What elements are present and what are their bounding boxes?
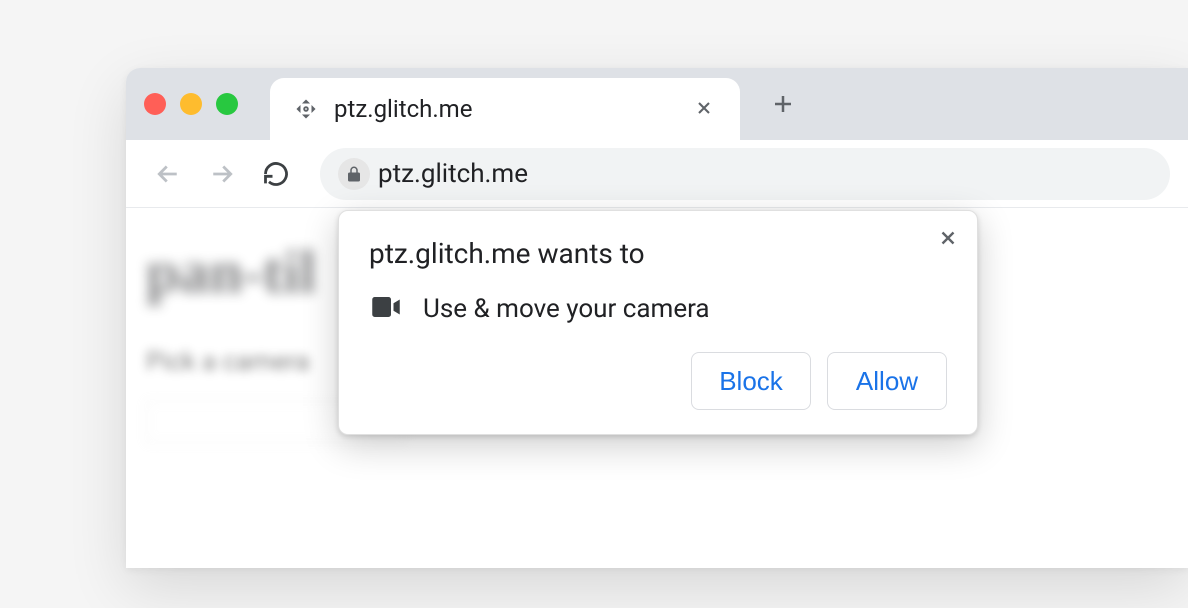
window-minimize-button[interactable]	[180, 93, 202, 115]
block-button[interactable]: Block	[691, 352, 811, 410]
window-maximize-button[interactable]	[216, 93, 238, 115]
allow-button[interactable]: Allow	[827, 352, 947, 410]
tab-favicon-move-icon	[292, 95, 320, 123]
reload-button[interactable]	[252, 150, 300, 198]
address-bar[interactable]: ptz.glitch.me	[320, 148, 1170, 200]
browser-tab[interactable]: ptz.glitch.me	[270, 78, 740, 140]
camera-icon	[371, 296, 401, 322]
forward-button[interactable]	[198, 150, 246, 198]
url-text: ptz.glitch.me	[378, 159, 528, 189]
toolbar: ptz.glitch.me	[126, 140, 1188, 208]
tab-strip: ptz.glitch.me	[126, 68, 1188, 140]
tab-close-button[interactable]	[690, 91, 718, 127]
prompt-actions: Block Allow	[369, 352, 947, 410]
prompt-close-button[interactable]	[937, 227, 959, 254]
permission-prompt: ptz.glitch.me wants to Use & move your c…	[338, 210, 978, 435]
prompt-message: Use & move your camera	[423, 294, 710, 324]
window-close-button[interactable]	[144, 93, 166, 115]
new-tab-button[interactable]	[758, 79, 808, 129]
prompt-permission-row: Use & move your camera	[369, 294, 947, 324]
prompt-title: ptz.glitch.me wants to	[369, 237, 947, 270]
window-controls	[144, 93, 238, 115]
lock-icon[interactable]	[338, 158, 370, 190]
back-button[interactable]	[144, 150, 192, 198]
tab-title: ptz.glitch.me	[334, 95, 690, 123]
